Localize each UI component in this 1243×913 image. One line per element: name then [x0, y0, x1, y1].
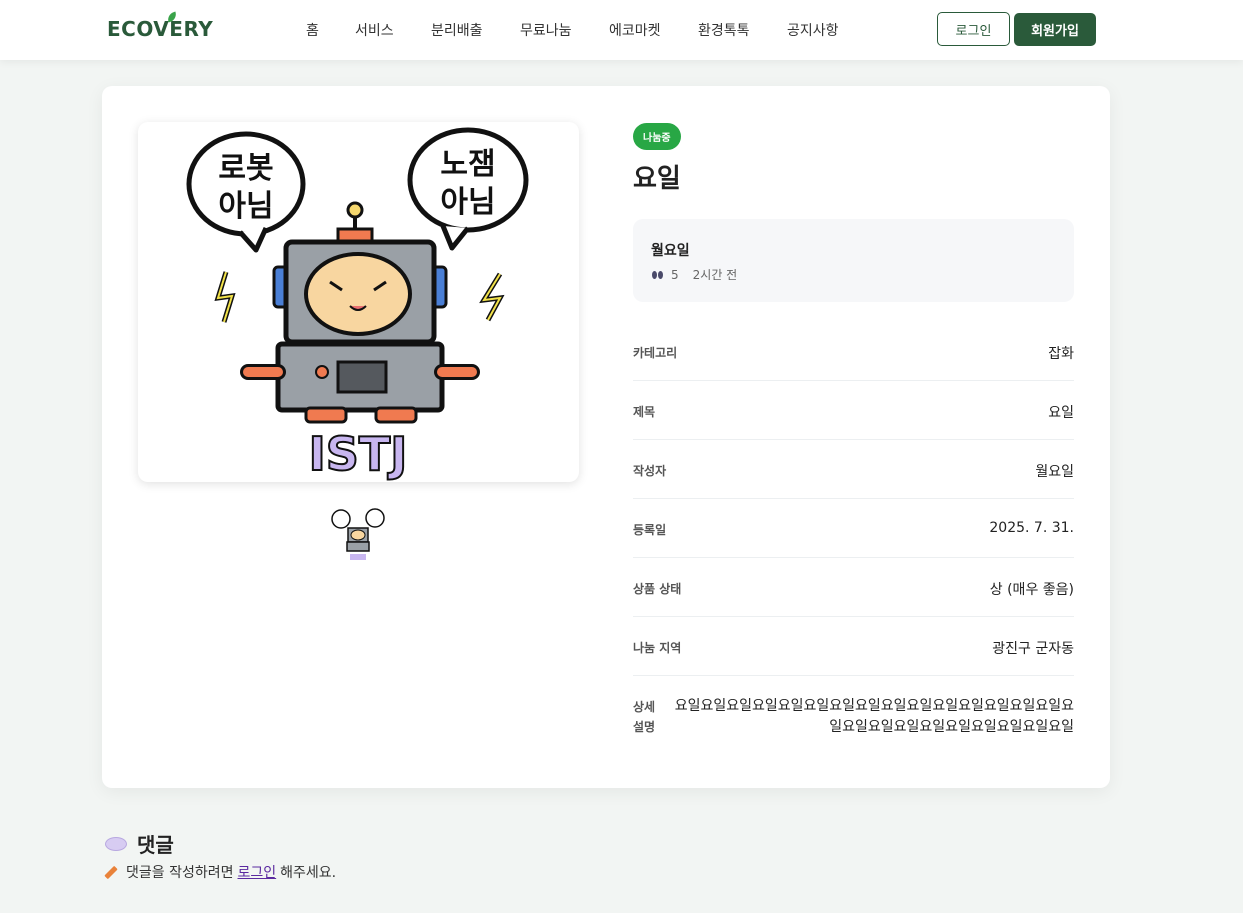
info-row-date: 등록일 2025. 7. 31. [633, 499, 1074, 558]
note-prefix: 댓글을 작성하려면 [126, 865, 234, 881]
info-label: 등록일 [633, 523, 667, 537]
nav-eco-market[interactable]: 에코마켓 [609, 20, 661, 40]
comments-heading: 댓글 [105, 829, 174, 858]
info-label: 제목 [633, 405, 656, 419]
nav-eco-talk[interactable]: 환경톡톡 [698, 20, 750, 40]
info-value: 요일 [1048, 405, 1074, 421]
note-suffix: 해주세요. [280, 865, 337, 881]
info-row-region: 나눔 지역 광진구 군자동 [633, 617, 1074, 676]
nav-free-sharing[interactable]: 무료나눔 [520, 20, 572, 40]
view-count: 5 [671, 267, 679, 282]
info-row-category: 카테고리 잡화 [633, 322, 1074, 381]
nav-notice[interactable]: 공지사항 [787, 20, 839, 40]
info-label: 작성자 [633, 464, 667, 478]
description-text: 요일요일요일요일요일요일요일요일요일요일요일요일요일요일요일요일요일요일요일요일… [674, 698, 1074, 735]
bubble-right-text-2: 아님 [440, 185, 495, 220]
bubble-right-text-1: 노잼 [440, 147, 495, 182]
login-button[interactable]: 로그인 [937, 12, 1010, 46]
info-value: 월요일 [1035, 464, 1074, 480]
product-title: 요일 [633, 164, 681, 194]
status-badge: 나눔중 [633, 123, 681, 150]
info-row-title: 제목 요일 [633, 381, 1074, 440]
top-header: ECOVERY 홈 서비스 분리배출 무료나눔 에코마켓 환경톡톡 공지사항 로… [0, 0, 1243, 60]
speech-bubble-icon [105, 836, 127, 851]
nav-recycling[interactable]: 분리배출 [431, 20, 483, 40]
info-value: 상 (매우 좋음) [989, 582, 1074, 598]
logo[interactable]: ECOVERY [107, 11, 214, 41]
posted-time: 2시간 전 [692, 268, 738, 282]
product-card: 로봇 아님 노잼 아님 ISTJ 나눔중 요일 월요일 5 2시간 전 카테고리… [102, 86, 1110, 788]
comment-login-link[interactable]: 로그인 [238, 862, 277, 882]
comment-login-note: 댓글을 작성하려면 로그인 해주세요. [104, 862, 336, 882]
pencil-icon [104, 865, 118, 879]
product-main-image[interactable]: 로봇 아님 노잼 아님 ISTJ [138, 122, 579, 482]
join-button[interactable]: 회원가입 [1014, 13, 1096, 46]
nav-home[interactable]: 홈 [306, 20, 319, 40]
author-name[interactable]: 월요일 [651, 240, 690, 260]
bubble-left-text-1: 로봇 [218, 151, 273, 186]
info-value: 잡화 [1048, 346, 1074, 362]
author-box: 월요일 5 2시간 전 [633, 219, 1074, 302]
thumbnail-robot-icon [331, 508, 385, 560]
author-meta: 5 2시간 전 [651, 266, 737, 283]
description-label: 상세 설명 [633, 700, 656, 734]
info-label: 상품 상태 [633, 582, 682, 596]
bubble-left-text-2: 아님 [218, 189, 273, 224]
info-label: 나눔 지역 [633, 641, 682, 655]
info-value: 2025. 7. 31. [989, 520, 1074, 536]
info-value: 광진구 군자동 [992, 641, 1074, 657]
eyes-icon [651, 270, 665, 280]
logo-text: ECOVERY [107, 17, 214, 41]
info-row-author: 작성자 월요일 [633, 440, 1074, 499]
info-label: 카테고리 [633, 346, 678, 360]
info-row-condition: 상품 상태 상 (매우 좋음) [633, 558, 1074, 617]
istj-caption: ISTJ [309, 427, 408, 481]
nav-service[interactable]: 서비스 [355, 20, 394, 40]
product-thumbnail[interactable] [330, 508, 386, 564]
robot-illustration: 로봇 아님 노잼 아님 ISTJ [186, 127, 529, 482]
comments-title: 댓글 [137, 833, 174, 857]
